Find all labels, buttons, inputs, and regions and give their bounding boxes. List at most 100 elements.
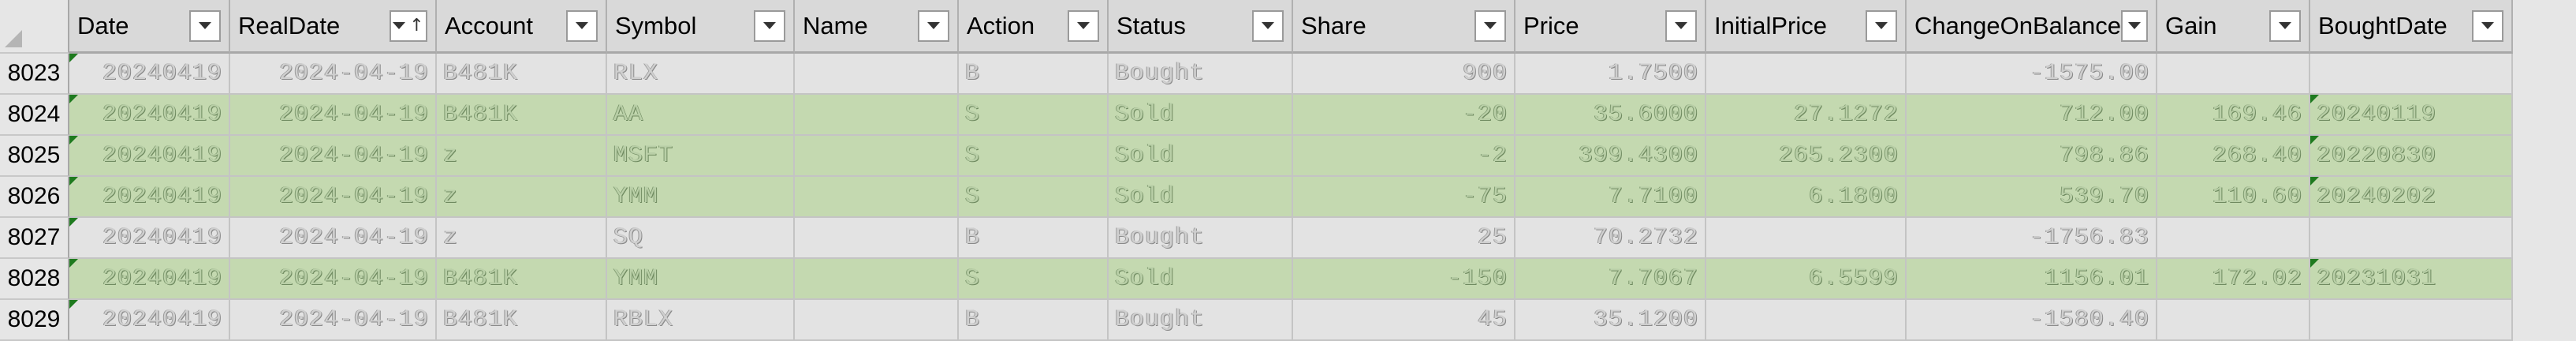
cell-realdate[interactable]: 2024-04-19 (230, 177, 437, 218)
cell-initialprice[interactable] (1706, 54, 1907, 95)
cell-date[interactable]: 20240419 (69, 300, 230, 341)
cell-gain[interactable]: 268.40 (2157, 136, 2310, 177)
cell-date[interactable]: 20240419 (69, 218, 230, 259)
table-row[interactable]: 8026 20240419 2024-04-19 z YMM S Sold -75 7.7100… (0, 177, 2576, 218)
cell-boughtdate[interactable] (2310, 54, 2513, 95)
row-number[interactable]: 8023 (0, 54, 69, 95)
row-number[interactable]: 8024 (0, 95, 69, 136)
column-header-realdate[interactable]: RealDate ↑ (230, 0, 437, 54)
filter-button[interactable]: ↑ (390, 9, 427, 42)
cell-realdate[interactable]: 2024-04-19 (230, 259, 437, 300)
cell-share[interactable]: 45 (1293, 300, 1515, 341)
cell-symbol[interactable]: RLX (607, 54, 795, 95)
cell-symbol[interactable]: MSFT (607, 136, 795, 177)
cell-status[interactable]: Bought (1109, 54, 1293, 95)
table-row[interactable]: 8024 20240419 2024-04-19 B481K AA S Sold -20 35.… (0, 95, 2576, 136)
table-row[interactable]: 8023 20240419 2024-04-19 B481K RLX B Bought 900… (0, 54, 2576, 95)
cell-realdate[interactable]: 2024-04-19 (230, 95, 437, 136)
column-header-action[interactable]: Action (959, 0, 1109, 54)
cell-share[interactable]: -75 (1293, 177, 1515, 218)
row-number[interactable]: 8025 (0, 136, 69, 177)
filter-button[interactable] (2472, 9, 2503, 42)
cell-realdate[interactable]: 2024-04-19 (230, 54, 437, 95)
cell-account[interactable]: z (437, 177, 607, 218)
cell-gain[interactable]: 110.60 (2157, 177, 2310, 218)
cell-boughtdate[interactable]: 20220830 (2310, 136, 2513, 177)
row-number[interactable]: 8026 (0, 177, 69, 218)
cell-name[interactable] (795, 218, 959, 259)
cell-share[interactable]: -2 (1293, 136, 1515, 177)
cell-changeonbalance[interactable]: 1156.01 (1907, 259, 2157, 300)
cell-action[interactable]: S (959, 95, 1109, 136)
cell-account[interactable]: z (437, 136, 607, 177)
cell-share[interactable]: 900 (1293, 54, 1515, 95)
cell-date[interactable]: 20240419 (69, 136, 230, 177)
cell-date[interactable]: 20240419 (69, 259, 230, 300)
filter-button[interactable] (918, 9, 949, 42)
row-number[interactable]: 8028 (0, 259, 69, 300)
filter-button[interactable] (1866, 9, 1897, 42)
column-header-changeonbalance[interactable]: ChangeOnBalance (1907, 0, 2157, 54)
cell-price[interactable]: 1.7500 (1515, 54, 1706, 95)
filter-button[interactable] (2269, 9, 2301, 42)
cell-boughtdate[interactable]: 20240202 (2310, 177, 2513, 218)
cell-share[interactable]: -20 (1293, 95, 1515, 136)
filter-button[interactable] (2120, 9, 2148, 42)
cell-initialprice[interactable]: 6.5599 (1706, 259, 1907, 300)
column-header-initialprice[interactable]: InitialPrice (1706, 0, 1907, 54)
cell-date[interactable]: 20240419 (69, 95, 230, 136)
cell-gain[interactable]: 169.46 (2157, 95, 2310, 136)
cell-initialprice[interactable]: 265.2300 (1706, 136, 1907, 177)
cell-realdate[interactable]: 2024-04-19 (230, 218, 437, 259)
select-all-corner[interactable] (0, 0, 69, 54)
cell-changeonbalance[interactable]: -1575.00 (1907, 54, 2157, 95)
cell-gain[interactable] (2157, 218, 2310, 259)
cell-account[interactable]: B481K (437, 259, 607, 300)
cell-initialprice[interactable]: 6.1800 (1706, 177, 1907, 218)
cell-changeonbalance[interactable]: -1580.40 (1907, 300, 2157, 341)
table-row[interactable]: 8027 20240419 2024-04-19 z SQ B Bought 25 70.273… (0, 218, 2576, 259)
column-header-gain[interactable]: Gain (2157, 0, 2310, 54)
cell-status[interactable]: Sold (1109, 177, 1293, 218)
cell-name[interactable] (795, 95, 959, 136)
filter-button[interactable] (566, 9, 598, 42)
cell-name[interactable] (795, 136, 959, 177)
filter-button[interactable] (1252, 9, 1284, 42)
cell-changeonbalance[interactable]: 798.86 (1907, 136, 2157, 177)
cell-initialprice[interactable] (1706, 300, 1907, 341)
cell-boughtdate[interactable] (2310, 300, 2513, 341)
column-header-share[interactable]: Share (1293, 0, 1515, 54)
cell-account[interactable]: B481K (437, 95, 607, 136)
row-number[interactable]: 8029 (0, 300, 69, 341)
column-header-symbol[interactable]: Symbol (607, 0, 795, 54)
column-header-status[interactable]: Status (1109, 0, 1293, 54)
cell-changeonbalance[interactable]: -1756.83 (1907, 218, 2157, 259)
cell-status[interactable]: Bought (1109, 300, 1293, 341)
cell-gain[interactable] (2157, 54, 2310, 95)
cell-action[interactable]: S (959, 177, 1109, 218)
cell-symbol[interactable]: SQ (607, 218, 795, 259)
filter-button[interactable] (1068, 9, 1099, 42)
table-row[interactable]: 8029 20240419 2024-04-19 B481K RBLX B Bought 45… (0, 300, 2576, 341)
cell-realdate[interactable]: 2024-04-19 (230, 300, 437, 341)
cell-realdate[interactable]: 2024-04-19 (230, 136, 437, 177)
column-header-date[interactable]: Date (69, 0, 230, 54)
filter-button[interactable] (754, 9, 785, 42)
cell-price[interactable]: 70.2732 (1515, 218, 1706, 259)
cell-action[interactable]: S (959, 259, 1109, 300)
cell-boughtdate[interactable] (2310, 218, 2513, 259)
cell-share[interactable]: -150 (1293, 259, 1515, 300)
cell-name[interactable] (795, 54, 959, 95)
cell-symbol[interactable]: YMM (607, 259, 795, 300)
cell-action[interactable]: B (959, 218, 1109, 259)
cell-name[interactable] (795, 177, 959, 218)
cell-action[interactable]: B (959, 54, 1109, 95)
cell-date[interactable]: 20240419 (69, 54, 230, 95)
cell-account[interactable]: B481K (437, 54, 607, 95)
cell-status[interactable]: Bought (1109, 218, 1293, 259)
cell-status[interactable]: Sold (1109, 136, 1293, 177)
table-row[interactable]: 8025 20240419 2024-04-19 z MSFT S Sold -2 399.43… (0, 136, 2576, 177)
cell-boughtdate[interactable]: 20231031 (2310, 259, 2513, 300)
table-row[interactable]: 8028 20240419 2024-04-19 B481K YMM S Sold -150 7… (0, 259, 2576, 300)
filter-button[interactable] (1665, 9, 1697, 42)
